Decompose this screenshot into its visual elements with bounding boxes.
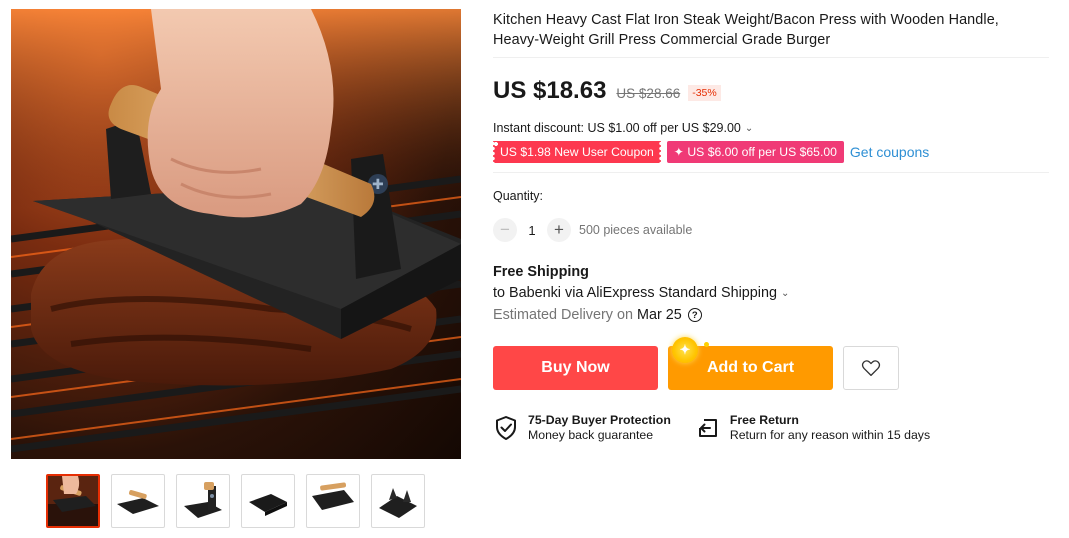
guarantee-subtitle: Return for any reason within 15 days: [729, 428, 931, 442]
instant-discount[interactable]: Instant discount: US $1.00 off per US $2…: [493, 121, 1049, 135]
heart-icon: [861, 360, 881, 377]
shipping-destination-text: to Babenki via AliExpress Standard Shipp…: [493, 285, 777, 301]
steak-press-photo: ✚: [11, 9, 461, 453]
guarantee-title: Free Return: [729, 413, 799, 427]
add-to-cart-button[interactable]: ✦ Add to Cart: [668, 337, 833, 390]
stock-available: 500 pieces available: [579, 223, 693, 237]
thumbnail-image: [312, 482, 354, 510]
new-user-coupon[interactable]: US $1.98 New User Coupon: [493, 141, 661, 163]
shield-check-icon: [496, 416, 516, 440]
wishlist-button[interactable]: [843, 346, 899, 390]
store-coupon[interactable]: ✦ US $6.00 off per US $65.00: [666, 141, 844, 163]
delivery-date: Mar 25: [636, 307, 682, 323]
shipping-destination[interactable]: to Babenki via AliExpress Standard Shipp…: [493, 285, 1049, 301]
thumbnail-5[interactable]: [306, 474, 360, 528]
quantity-label: Quantity:: [493, 189, 544, 203]
thumbnail-strip: [46, 474, 425, 528]
price-row: US $18.63 US $28.66 -35%: [493, 77, 1049, 107]
estimated-delivery: Estimated Delivery on Mar 25 ?: [493, 307, 1049, 323]
guarantees: 75-Day Buyer Protection Money back guara…: [493, 413, 1049, 443]
sparkle-icon: ✦: [672, 337, 698, 363]
delivery-label: Estimated Delivery on: [493, 307, 633, 323]
discount-badge: -35%: [688, 85, 721, 101]
add-to-cart-label: Add to Cart: [706, 359, 795, 376]
quantity-stepper: − 1 + 500 pieces available: [493, 218, 1049, 242]
svg-text:✚: ✚: [372, 177, 384, 193]
guarantee-subtitle: Money back guarantee: [528, 428, 654, 442]
main-product-image[interactable]: ✚: [11, 9, 461, 459]
product-title: Kitchen Heavy Cast Flat Iron Steak Weigh…: [493, 12, 999, 48]
instant-discount-text: Instant discount: US $1.00 off per US $2…: [493, 121, 741, 135]
quantity-value[interactable]: 1: [517, 223, 547, 238]
thumbnail-2[interactable]: [111, 474, 165, 528]
free-return[interactable]: Free Return Return for any reason within…: [695, 413, 930, 443]
buyer-protection[interactable]: 75-Day Buyer Protection Money back guara…: [493, 413, 671, 443]
guarantee-title: 75-Day Buyer Protection: [528, 413, 671, 427]
quantity-increase-button[interactable]: +: [547, 218, 571, 242]
divider: [493, 172, 1049, 173]
get-coupons-link[interactable]: Get coupons: [850, 144, 929, 160]
thumbnail-4[interactable]: [241, 474, 295, 528]
help-icon[interactable]: ?: [687, 308, 702, 322]
buy-now-button[interactable]: Buy Now: [493, 346, 658, 390]
sparkle-dot: [704, 342, 709, 347]
coupon-row: US $1.98 New User Coupon ✦ US $6.00 off …: [493, 141, 1049, 163]
thumbnail-image: [184, 482, 222, 518]
chevron-down-icon: ⌄: [744, 122, 754, 134]
thumbnail-image: [249, 494, 287, 516]
thumbnail-3[interactable]: [176, 474, 230, 528]
thumbnail-6[interactable]: [371, 474, 425, 528]
thumbnail-image: [379, 488, 417, 518]
chevron-down-icon: ⌄: [781, 287, 790, 299]
original-price: US $28.66: [616, 86, 681, 101]
thumbnail-1[interactable]: [46, 474, 100, 528]
quantity-decrease-button[interactable]: −: [493, 218, 517, 242]
shipping-title: Free Shipping: [493, 264, 589, 280]
current-price: US $18.63: [493, 77, 607, 104]
thumbnail-image: [117, 490, 159, 514]
divider: [493, 57, 1049, 58]
product-info-panel: Kitchen Heavy Cast Flat Iron Steak Weigh…: [493, 10, 1049, 443]
return-arrow-icon: [698, 419, 717, 437]
thumbnail-image: [48, 476, 98, 526]
purchase-actions: Buy Now ✦ Add to Cart: [493, 337, 1049, 390]
